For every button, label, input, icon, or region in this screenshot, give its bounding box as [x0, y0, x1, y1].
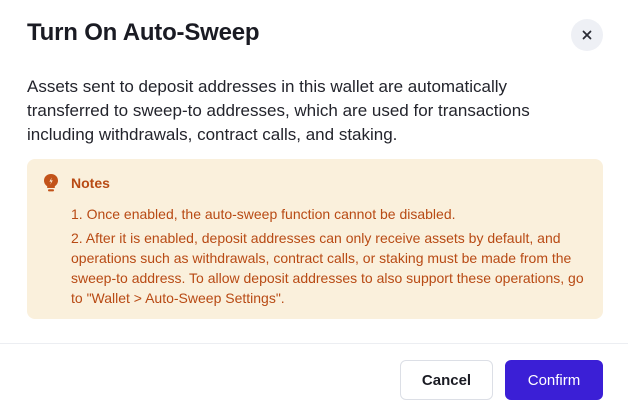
- footer-divider: [0, 343, 628, 344]
- confirm-button[interactable]: Confirm: [505, 360, 603, 400]
- notes-item: 2. After it is enabled, deposit addresse…: [71, 230, 584, 306]
- dialog-title: Turn On Auto-Sweep: [27, 19, 260, 46]
- notes-item: 1. Once enabled, the auto-sweep function…: [71, 206, 456, 222]
- close-button[interactable]: [571, 19, 603, 51]
- cancel-button[interactable]: Cancel: [400, 360, 493, 400]
- close-icon: [582, 30, 592, 40]
- auto-sweep-dialog: Turn On Auto-Sweep Assets sent to deposi…: [0, 0, 628, 413]
- dialog-description: Assets sent to deposit addresses in this…: [27, 77, 530, 144]
- lightbulb-icon: [44, 174, 58, 192]
- notes-title: Notes: [71, 175, 110, 191]
- notes-panel: Notes 1. Once enabled, the auto-sweep fu…: [27, 159, 603, 319]
- notes-list: 1. Once enabled, the auto-sweep function…: [71, 204, 593, 312]
